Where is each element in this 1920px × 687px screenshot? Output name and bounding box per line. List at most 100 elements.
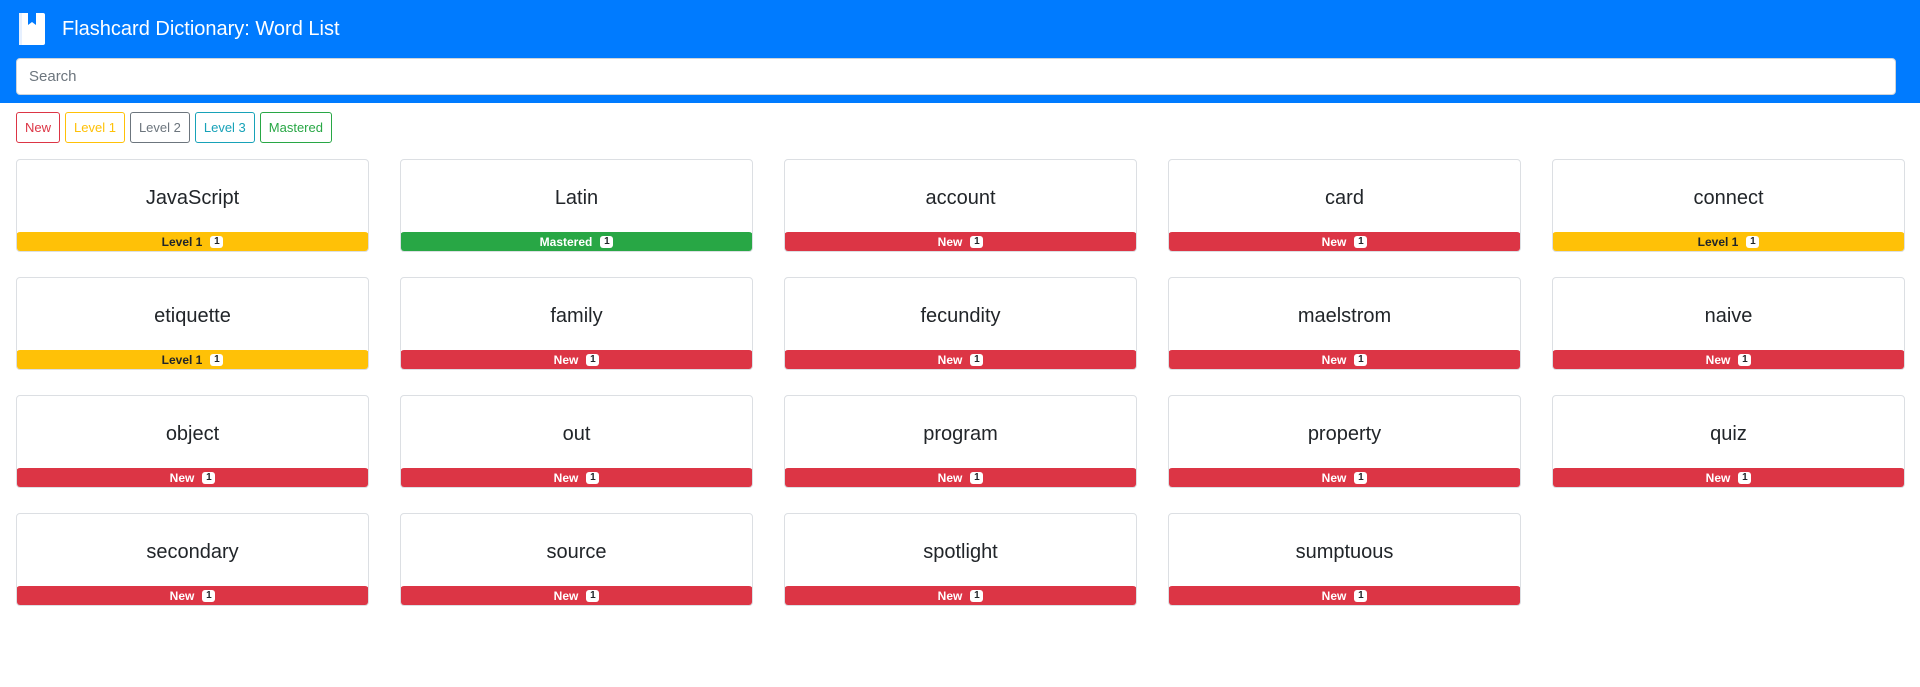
status-bar: New 1 [785,468,1136,487]
status-label: New [937,353,963,367]
word-title: source [546,540,607,563]
status-count-badge: 1 [600,236,614,248]
status-bar: New 1 [1169,586,1520,605]
word-card[interactable]: sumptuous New 1 [1168,513,1521,606]
filter-button-level-2[interactable]: Level 2 [129,112,190,143]
status-count-badge: 1 [1746,236,1760,248]
word-title: property [1307,422,1382,445]
word-card[interactable]: program New 1 [784,395,1137,488]
status-count-badge: 1 [970,236,984,248]
status-bar: Level 1 1 [1553,232,1904,251]
status-count-badge: 1 [970,472,984,484]
status-count-badge: 1 [202,472,216,484]
word-title: account [925,186,996,209]
word-title: object [165,422,220,445]
status-count-badge: 1 [970,354,984,366]
search-input[interactable] [16,58,1896,95]
status-bar: New 1 [401,350,752,369]
status-count-badge: 1 [586,590,600,602]
word-title: fecundity [920,304,1001,327]
status-label: New [937,589,963,603]
status-count-badge: 1 [1738,472,1752,484]
word-card[interactable]: JavaScript Level 1 1 [16,159,369,252]
word-card-grid: JavaScript Level 1 1 Latin Mastered 1 account N… [16,159,1905,606]
word-title: family [550,304,603,327]
status-bar: Level 1 1 [17,350,368,369]
word-card[interactable]: card New 1 [1168,159,1521,252]
status-label: Level 1 [161,353,203,367]
status-count-badge: 1 [586,472,600,484]
page-title: Flashcard Dictionary: Word List [62,18,340,40]
status-label: New [1705,353,1731,367]
status-count-badge: 1 [970,590,984,602]
status-bar: Mastered 1 [401,232,752,251]
word-title: card [1325,186,1364,209]
word-card[interactable]: secondary New 1 [16,513,369,606]
status-bar: New 1 [1169,350,1520,369]
status-label: Mastered [539,235,593,249]
status-label: Level 1 [1697,235,1739,249]
status-bar: New 1 [1169,232,1520,251]
status-count-badge: 1 [1354,354,1368,366]
word-title: spotlight [923,540,998,563]
word-title: connect [1693,186,1764,209]
word-title: out [562,422,591,445]
word-card[interactable]: family New 1 [400,277,753,370]
book-icon [19,13,45,45]
status-count-badge: 1 [1354,590,1368,602]
word-card[interactable]: connect Level 1 1 [1552,159,1905,252]
status-bar: New 1 [401,468,752,487]
status-count-badge: 1 [210,236,224,248]
word-card[interactable]: fecundity New 1 [784,277,1137,370]
status-label: New [553,589,579,603]
status-label: New [553,353,579,367]
filter-button-level-3[interactable]: Level 3 [194,112,255,143]
word-card[interactable]: spotlight New 1 [784,513,1137,606]
word-title: sumptuous [1295,540,1394,563]
status-bar: New 1 [785,350,1136,369]
word-card[interactable]: source New 1 [400,513,753,606]
status-bar: New 1 [785,232,1136,251]
status-label: New [553,471,579,485]
word-card[interactable]: property New 1 [1168,395,1521,488]
word-card[interactable]: object New 1 [16,395,369,488]
navbar: Flashcard Dictionary: Word List [0,0,1920,103]
status-bar: New 1 [1169,468,1520,487]
status-label: New [1321,353,1347,367]
status-count-badge: 1 [1354,472,1368,484]
word-card[interactable]: maelstrom New 1 [1168,277,1521,370]
word-title: Latin [554,186,599,209]
word-title: JavaScript [145,186,240,209]
status-bar: New 1 [1553,468,1904,487]
word-card[interactable]: out New 1 [400,395,753,488]
word-card[interactable]: account New 1 [784,159,1137,252]
status-bar: Level 1 1 [17,232,368,251]
status-label: New [169,589,195,603]
word-title: secondary [146,540,239,563]
word-card[interactable]: Latin Mastered 1 [400,159,753,252]
status-label: New [937,471,963,485]
word-card[interactable]: naive New 1 [1552,277,1905,370]
status-label: New [1321,589,1347,603]
word-title: quiz [1710,422,1747,445]
status-count-badge: 1 [1354,236,1368,248]
filter-button-mastered[interactable]: Mastered [259,112,332,143]
status-label: Level 1 [161,235,203,249]
status-label: New [169,471,195,485]
status-label: New [1705,471,1731,485]
word-card[interactable]: quiz New 1 [1552,395,1905,488]
status-bar: New 1 [785,586,1136,605]
word-title: program [923,422,998,445]
filter-button-new[interactable]: New [16,112,61,143]
status-count-badge: 1 [210,354,224,366]
status-label: New [1321,235,1347,249]
status-label: New [937,235,963,249]
word-title: etiquette [154,304,231,327]
word-card[interactable]: etiquette Level 1 1 [16,277,369,370]
filter-button-level-1[interactable]: Level 1 [65,112,125,143]
status-count-badge: 1 [1738,354,1752,366]
status-bar: New 1 [17,586,368,605]
word-title: naive [1704,304,1753,327]
status-count-badge: 1 [586,354,600,366]
brand[interactable]: Flashcard Dictionary: Word List [19,13,340,45]
